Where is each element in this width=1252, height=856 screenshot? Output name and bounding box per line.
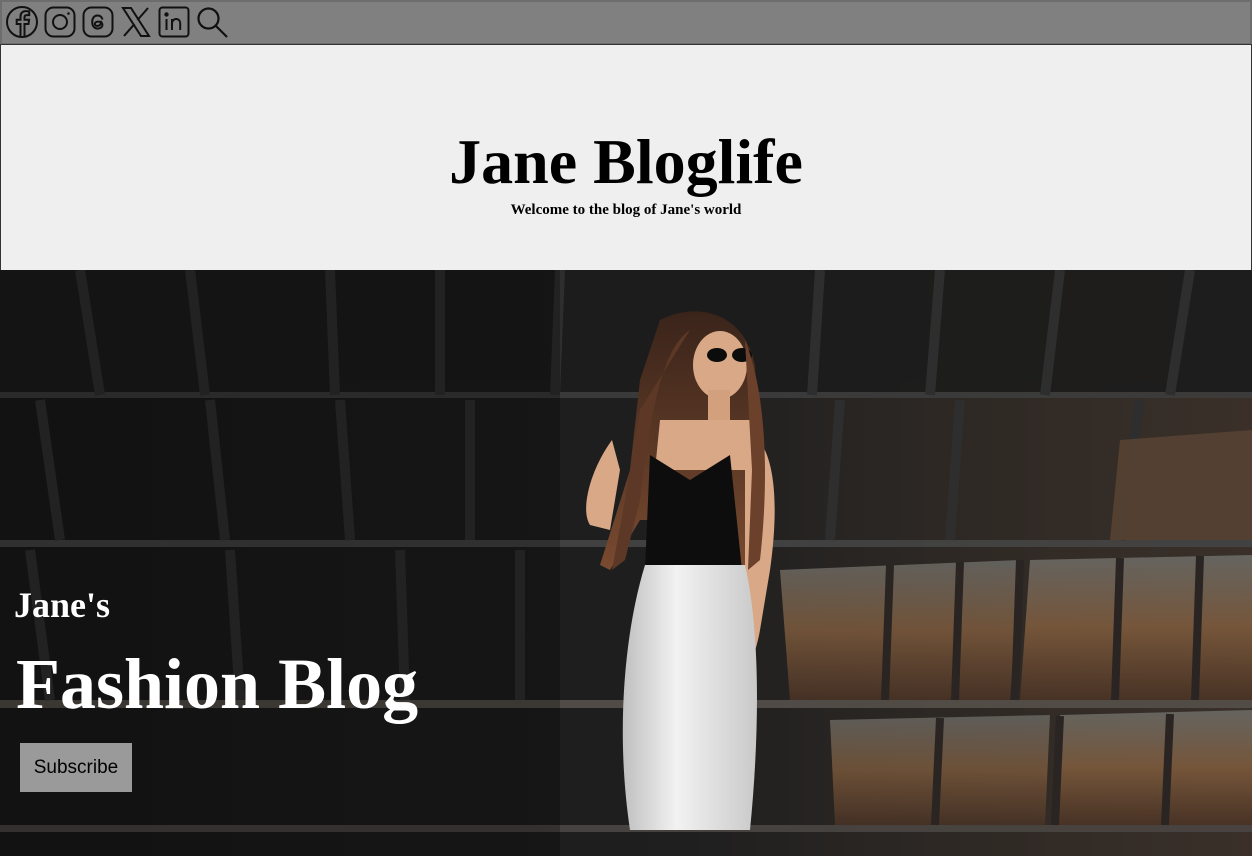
hero-kicker: Jane's — [14, 585, 111, 625]
hero-image — [0, 270, 1252, 856]
linkedin-icon[interactable] — [156, 4, 191, 40]
x-icon[interactable] — [118, 4, 153, 40]
threads-icon[interactable] — [80, 4, 115, 40]
search-icon[interactable] — [194, 4, 229, 40]
site-tagline: Welcome to the blog of Jane's world — [510, 202, 742, 218]
site-title: Jane Bloglife — [449, 126, 803, 197]
social-bar — [0, 0, 1252, 45]
hero-section: Jane's Fashion Blog Subscribe — [0, 270, 1252, 856]
hero-title: Fashion Blog — [16, 644, 419, 724]
facebook-icon[interactable] — [4, 4, 39, 40]
subscribe-button[interactable]: Subscribe — [20, 743, 132, 792]
instagram-icon[interactable] — [42, 4, 77, 40]
site-header: Jane Bloglife Welcome to the blog of Jan… — [0, 44, 1252, 271]
